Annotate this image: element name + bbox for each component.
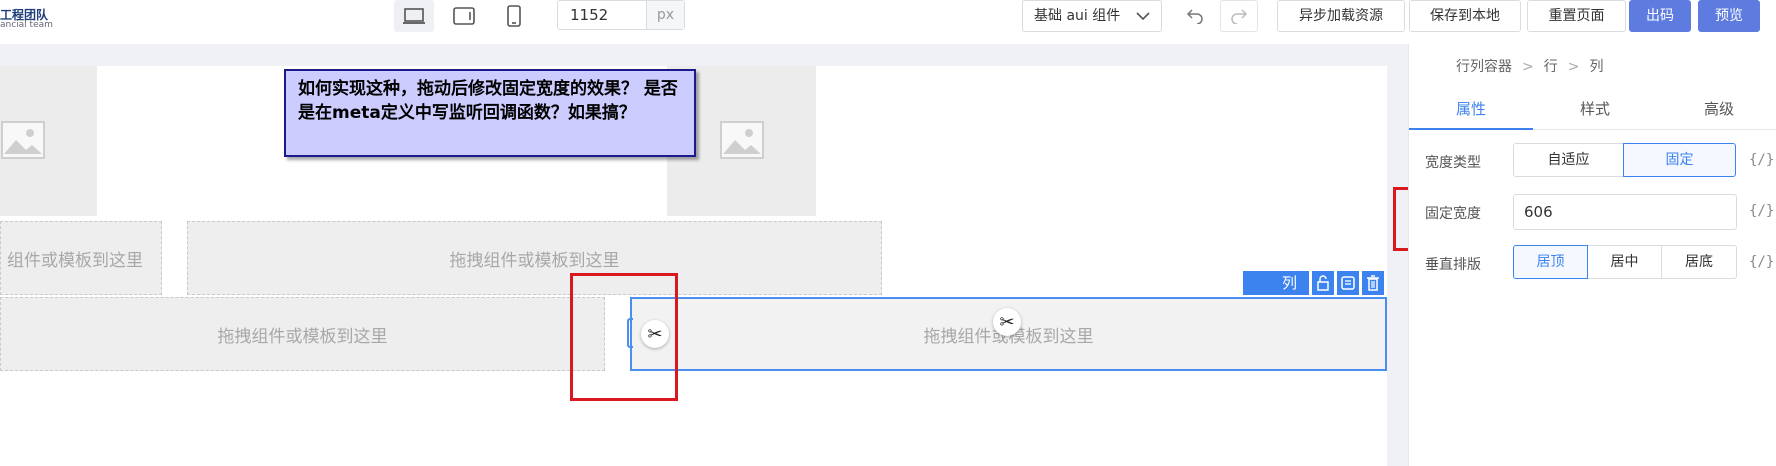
preview-button[interactable]: 预览 — [1698, 0, 1760, 32]
mobile-view-button[interactable] — [494, 0, 534, 32]
trash-icon — [1367, 275, 1379, 291]
scissors-icon[interactable]: ✂ — [993, 308, 1021, 336]
tab-advanced[interactable]: 高级 — [1657, 88, 1776, 130]
canvas-width-field[interactable]: 1152 px — [557, 0, 685, 30]
image-icon — [1, 121, 45, 159]
vertical-align-label: 垂直排版 — [1425, 257, 1481, 273]
chevron-down-icon — [1136, 12, 1150, 21]
width-type-auto[interactable]: 自适应 — [1513, 143, 1624, 177]
properties-panel: 行列容器 > 行 > 列 属性 样式 高级 宽度类型 自适应 固定 {/} 固定宽度 6… — [1408, 44, 1776, 466]
fixed-width-label: 固定宽度 — [1425, 206, 1481, 222]
drop-zone[interactable]: 拖拽组件或模板到这里 — [187, 221, 882, 295]
fixed-width-input[interactable]: 606 — [1513, 194, 1737, 230]
component-library-select[interactable]: 基础 aui 组件 — [1022, 0, 1162, 32]
top-bar: 工程团队 ancial team 1152 px 基础 aui 组件 异步加载资… — [0, 0, 1776, 44]
laptop-icon — [403, 8, 425, 24]
copy-icon — [1341, 276, 1355, 290]
tab-properties[interactable]: 属性 — [1409, 88, 1533, 130]
canvas-width-unit: px — [646, 1, 684, 29]
highlight-box-resize — [570, 273, 678, 401]
width-type-fixed[interactable]: 固定 — [1623, 143, 1736, 177]
redo-icon — [1231, 9, 1248, 24]
vertical-align-top[interactable]: 居顶 — [1513, 245, 1588, 279]
breadcrumb-item[interactable]: 列 — [1589, 59, 1603, 75]
selected-column-tag[interactable]: 列 — [1243, 271, 1309, 295]
logo-subtitle: ancial team — [0, 20, 53, 30]
copy-button[interactable] — [1337, 271, 1359, 295]
tab-styles[interactable]: 样式 — [1533, 88, 1657, 130]
drop-zone-hint: 拖拽组件或模板到这里 — [449, 250, 620, 271]
drop-zone-hint: 拖拽组件或模板到这里 — [217, 326, 388, 347]
panel-tabs: 属性 样式 高级 — [1409, 88, 1776, 130]
save-local-button[interactable]: 保存到本地 — [1409, 0, 1521, 32]
drop-zone-hint: 组件或模板到这里 — [7, 250, 143, 271]
component-library-value: 基础 aui 组件 — [1034, 8, 1121, 24]
expression-icon[interactable]: {/} — [1749, 254, 1774, 270]
drop-zone[interactable]: 拖拽组件或模板到这里 — [0, 297, 605, 371]
undo-icon — [1186, 9, 1203, 24]
lock-button[interactable] — [1312, 271, 1334, 295]
undo-button[interactable] — [1176, 0, 1214, 32]
annotation-note: 如何实现这种，拖动后修改固定宽度的效果？ 是否是在meta定义中写监听回调函数？… — [284, 69, 696, 157]
phone-icon — [507, 5, 521, 27]
width-type-label: 宽度类型 — [1425, 155, 1481, 171]
expression-icon[interactable]: {/} — [1749, 152, 1774, 168]
drop-zone[interactable]: 组件或模板到这里 — [0, 221, 162, 295]
vertical-align-bottom[interactable]: 居底 — [1661, 245, 1737, 279]
breadcrumb-item[interactable]: 行 — [1544, 59, 1558, 75]
tablet-icon — [453, 7, 475, 25]
tablet-view-button[interactable] — [444, 0, 484, 32]
vertical-align-middle[interactable]: 居中 — [1587, 245, 1662, 279]
lock-icon — [1317, 275, 1329, 291]
breadcrumb-item[interactable]: 行列容器 — [1456, 59, 1512, 75]
expression-icon[interactable]: {/} — [1749, 203, 1774, 219]
delete-button[interactable] — [1362, 271, 1384, 295]
canvas-width-value[interactable]: 1152 — [558, 1, 646, 29]
image-icon — [720, 121, 764, 159]
async-load-button[interactable]: 异步加载资源 — [1277, 0, 1405, 32]
redo-button[interactable] — [1220, 0, 1258, 32]
reset-page-button[interactable]: 重置页面 — [1527, 0, 1626, 32]
breadcrumb: 行列容器 > 行 > 列 — [1456, 59, 1604, 75]
export-code-button[interactable]: 出码 — [1629, 0, 1691, 32]
desktop-view-button[interactable] — [394, 0, 434, 32]
